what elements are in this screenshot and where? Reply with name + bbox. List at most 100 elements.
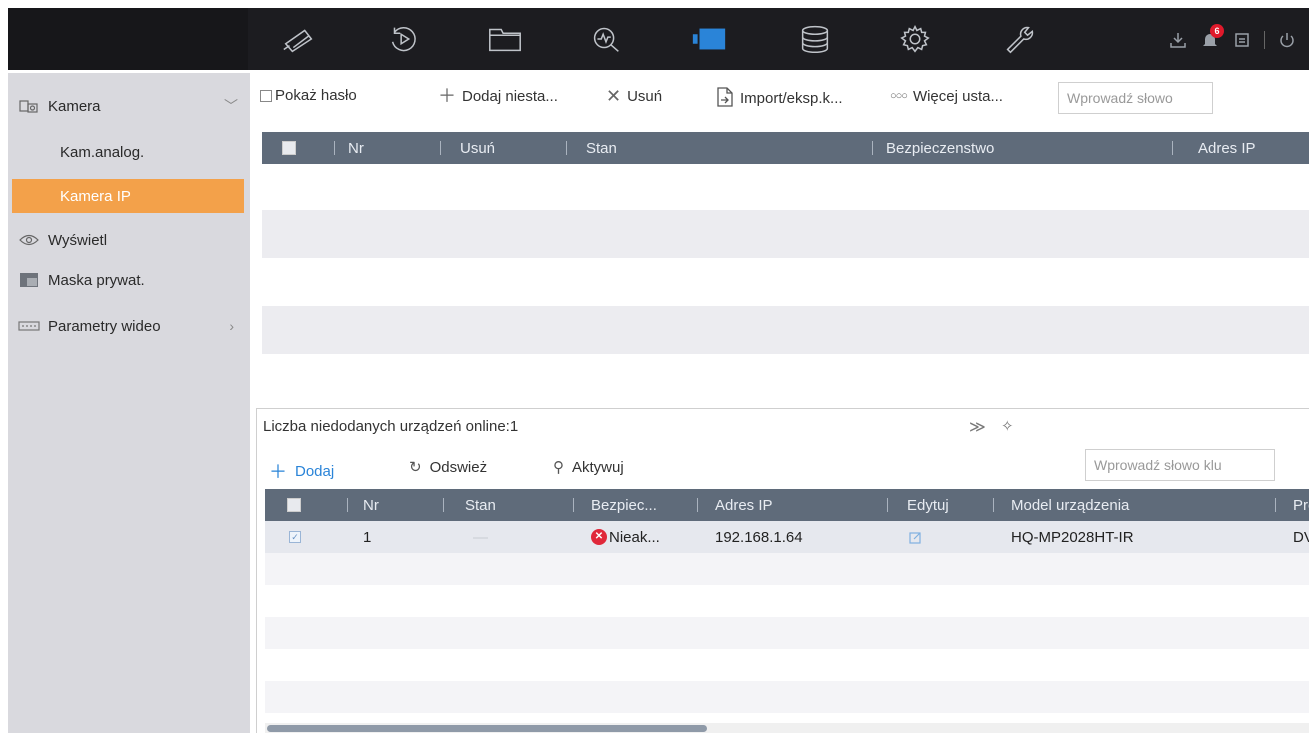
lock-screen-icon[interactable] bbox=[1232, 30, 1252, 50]
column-edytuj[interactable]: Edytuj bbox=[907, 489, 949, 521]
sidebar-item-maska-prywat[interactable]: Maska prywat. bbox=[8, 263, 250, 297]
sidebar-item-kamera-ip[interactable]: Kamera IP bbox=[12, 179, 244, 213]
scrollbar-thumb[interactable] bbox=[267, 725, 707, 732]
storage-icon[interactable] bbox=[792, 22, 838, 56]
row-protocol: DVS bbox=[1293, 528, 1309, 546]
refresh-label: Odswież bbox=[429, 458, 488, 476]
horizontal-scrollbar[interactable] bbox=[265, 723, 1309, 733]
search-input[interactable]: Wprowadź słowo bbox=[1058, 82, 1213, 114]
privacy-mask-icon bbox=[18, 272, 40, 288]
column-model[interactable]: Model urządzenia bbox=[1011, 489, 1129, 521]
column-stan[interactable]: Stan bbox=[586, 132, 617, 164]
sidebar: Kamera ﹀ Kam.analog. Kamera IP Wyświetl … bbox=[8, 73, 250, 733]
sidebar-item-label: Maska prywat. bbox=[48, 271, 145, 289]
delete-label: Usuń bbox=[627, 87, 663, 105]
system-icons: 6 bbox=[1168, 24, 1297, 52]
playback-icon[interactable] bbox=[381, 22, 427, 56]
sidebar-item-label: Kam.analog. bbox=[60, 143, 145, 161]
toolbar: Pokaż hasło ＋ Dodaj niesta... ✕ Usuń Imp… bbox=[250, 73, 1309, 123]
sidebar-item-kam-analog[interactable]: Kam.analog. bbox=[8, 135, 250, 169]
chevron-down-icon: ﹀ bbox=[224, 98, 238, 114]
table-row bbox=[265, 553, 1309, 585]
maintenance-icon[interactable] bbox=[996, 22, 1042, 56]
add-device-label: Dodaj bbox=[295, 462, 335, 480]
error-icon: ✕ bbox=[591, 529, 607, 545]
download-icon[interactable] bbox=[1168, 30, 1188, 50]
show-password-checkbox[interactable]: Pokaż hasło bbox=[260, 87, 357, 104]
panel-title: Liczba niedodanych urządzeń online:1 bbox=[263, 418, 519, 435]
row-checkbox[interactable]: ✓ bbox=[289, 521, 301, 553]
panel-search-input[interactable]: Wprowadź słowo klu bbox=[1085, 449, 1275, 481]
add-device-button[interactable]: ＋ Dodaj bbox=[269, 458, 334, 484]
show-password-label: Pokaż hasło bbox=[275, 87, 357, 104]
import-export-button[interactable]: Import/eksp.k... bbox=[716, 87, 843, 110]
security-status: Nieak... bbox=[609, 528, 660, 546]
folder-icon[interactable] bbox=[482, 22, 528, 56]
sidebar-item-label: Parametry wideo bbox=[48, 317, 161, 335]
more-settings-label: Więcej usta... bbox=[912, 87, 1003, 105]
select-all-checkbox[interactable] bbox=[282, 132, 296, 164]
column-stan[interactable]: Stan bbox=[465, 489, 496, 521]
column-nr[interactable]: Nr bbox=[348, 132, 364, 164]
camera-channel-icon bbox=[18, 98, 40, 114]
search-analysis-icon[interactable] bbox=[583, 22, 629, 56]
camera-icon[interactable] bbox=[276, 22, 322, 56]
select-all-checkbox[interactable] bbox=[287, 489, 301, 521]
plus-icon: ＋ bbox=[269, 462, 287, 482]
checkbox[interactable] bbox=[260, 89, 272, 102]
column-bezpieczenstwo[interactable]: Bezpieczenstwo bbox=[886, 132, 994, 164]
online-devices-panel: Liczba niedodanych urządzeń online:1 ≫ ✧… bbox=[256, 408, 1309, 733]
refresh-icon: ↻ bbox=[409, 459, 422, 476]
more-settings-button[interactable]: ○○○ Więcej usta... bbox=[890, 87, 1003, 105]
table-row bbox=[262, 210, 1309, 258]
sidebar-item-parametry-wideo[interactable]: Parametry wideo › bbox=[8, 309, 250, 343]
row-ip: 192.168.1.64 bbox=[715, 528, 803, 546]
activate-button[interactable]: ⚲ Aktywuj bbox=[553, 458, 624, 477]
more-dots-icon: ○○○ bbox=[890, 90, 908, 102]
sidebar-item-kamera[interactable]: Kamera ﹀ bbox=[8, 89, 250, 123]
table-row bbox=[265, 617, 1309, 649]
sidebar-item-wyswietl[interactable]: Wyświetl bbox=[8, 223, 250, 257]
import-export-label: Import/eksp.k... bbox=[740, 90, 843, 107]
row-model: HQ-MP2028HT-IR bbox=[1011, 528, 1134, 546]
refresh-button[interactable]: ↻ Odswież bbox=[409, 458, 488, 477]
sidebar-item-label: Kamera IP bbox=[60, 187, 131, 205]
top-navigation-bar: 6 bbox=[8, 8, 1309, 70]
search-icon: ⚲ bbox=[553, 459, 564, 476]
logo-area bbox=[8, 8, 248, 70]
alarm-count-badge: 6 bbox=[1210, 24, 1224, 38]
table-row[interactable]: ✓ 1 — ✕ Nieak... 192.168.1.64 HQ-MP2028H… bbox=[265, 521, 1309, 553]
row-security: ✕ Nieak... bbox=[591, 521, 660, 553]
edit-icon[interactable] bbox=[909, 521, 922, 553]
table-row bbox=[265, 681, 1309, 713]
activate-label: Aktywuj bbox=[572, 458, 624, 476]
video-params-icon bbox=[18, 318, 40, 334]
online-devices-table-header: Nr Stan Bezpiec... Adres IP Edytuj Model… bbox=[265, 489, 1309, 521]
main-content: Pokaż hasło ＋ Dodaj niesta... ✕ Usuń Imp… bbox=[250, 73, 1309, 733]
divider bbox=[1264, 31, 1265, 49]
settings-icon[interactable] bbox=[892, 22, 938, 56]
video-camera-icon[interactable] bbox=[686, 22, 732, 56]
column-usun[interactable]: Usuń bbox=[460, 132, 495, 164]
row-nr: 1 bbox=[363, 528, 372, 546]
column-bezpieczenstwo[interactable]: Bezpiec... bbox=[591, 489, 657, 521]
delete-button[interactable]: ✕ Usuń bbox=[606, 87, 662, 105]
sidebar-item-label: Kamera bbox=[48, 97, 101, 115]
eye-icon bbox=[18, 232, 40, 248]
pin-icon[interactable]: ✧ bbox=[1001, 417, 1014, 435]
import-file-icon bbox=[716, 87, 734, 110]
collapse-icon[interactable]: ≫ bbox=[969, 417, 986, 437]
add-button[interactable]: ＋ Dodaj niesta... bbox=[438, 87, 558, 105]
column-adres-ip[interactable]: Adres IP bbox=[1198, 132, 1256, 164]
column-adres-ip[interactable]: Adres IP bbox=[715, 489, 773, 521]
sidebar-item-label: Wyświetl bbox=[48, 231, 108, 249]
power-icon[interactable] bbox=[1277, 30, 1297, 50]
close-icon: ✕ bbox=[606, 86, 622, 106]
column-protocol[interactable]: Prot bbox=[1293, 489, 1309, 521]
add-label: Dodaj niesta... bbox=[462, 87, 558, 105]
plus-icon: ＋ bbox=[438, 86, 456, 106]
column-nr[interactable]: Nr bbox=[363, 489, 379, 521]
alarm-bell-icon[interactable]: 6 bbox=[1200, 24, 1224, 50]
chevron-right-icon: › bbox=[229, 318, 234, 334]
table-row bbox=[262, 306, 1309, 354]
